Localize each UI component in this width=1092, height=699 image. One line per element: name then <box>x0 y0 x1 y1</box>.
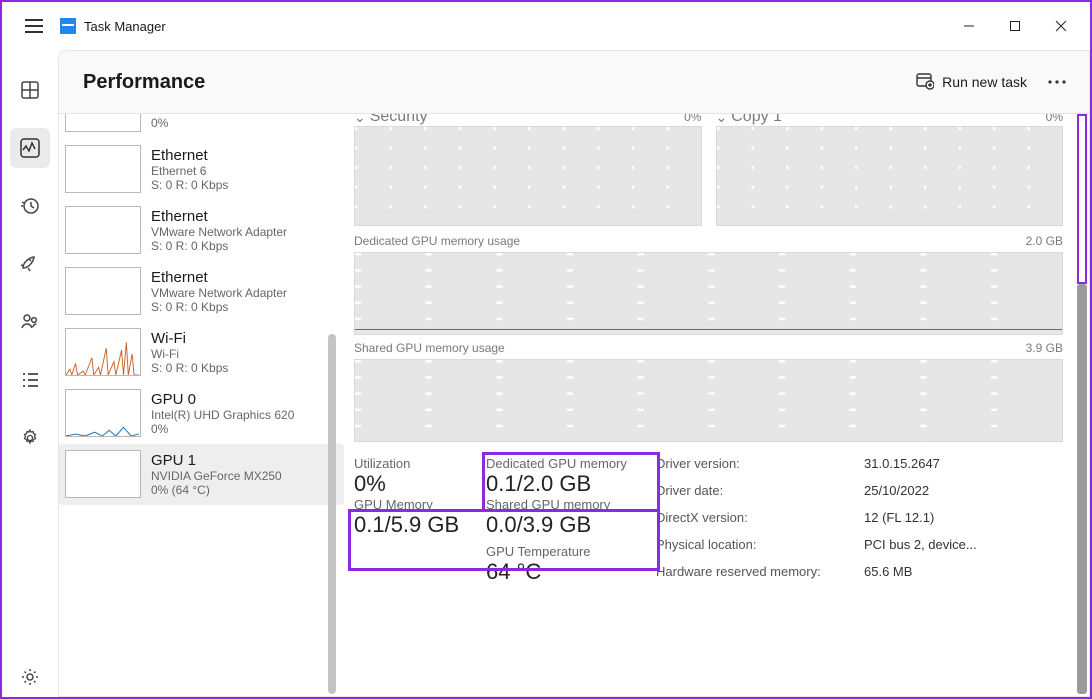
dedicated-mem-max: 2.0 GB <box>1026 234 1063 248</box>
nav-users[interactable] <box>10 302 50 342</box>
perf-item-sub: VMware Network Adapter <box>151 225 287 239</box>
dedicated-mem-label: Dedicated GPU memory usage <box>354 234 520 248</box>
more-button[interactable] <box>1037 62 1077 102</box>
run-new-task-button[interactable]: Run new task <box>906 66 1037 99</box>
driver-date-key: Driver date: <box>656 483 864 504</box>
engine-security-chart <box>354 126 702 226</box>
perf-item-ethernet[interactable]: Ethernet VMware Network Adapter S: 0 R: … <box>59 261 344 322</box>
nav-details[interactable] <box>10 360 50 400</box>
minimize-button[interactable] <box>946 10 992 42</box>
perf-item-ssd[interactable]: SSD 0% <box>59 114 344 139</box>
driver-info: Driver version:31.0.15.2647 Driver date:… <box>656 456 1063 585</box>
hw-reserved-key: Hardware reserved memory: <box>656 564 864 585</box>
engine-copy-pct: 0% <box>1046 114 1063 124</box>
perf-item-stat: S: 0 R: 0 Kbps <box>151 361 228 375</box>
app-icon <box>60 18 76 34</box>
dedicated-mem-chart <box>354 252 1063 335</box>
nav-app-history[interactable] <box>10 186 50 226</box>
shared-mem-chart <box>354 359 1063 442</box>
metric-dedicated: Dedicated GPU memory 0.1/2.0 GB <box>486 456 656 497</box>
perf-item-name: Ethernet <box>151 269 287 286</box>
directx-key: DirectX version: <box>656 510 864 531</box>
perf-item-gpu1[interactable]: GPU 1 NVIDIA GeForce MX250 0% (64 °C) <box>59 444 344 505</box>
content-header: Performance Run new task <box>59 51 1089 113</box>
perf-item-name: Wi-Fi <box>151 330 228 347</box>
perf-item-sub: Wi-Fi <box>151 347 228 361</box>
nav-settings[interactable] <box>10 657 50 697</box>
shared-mem-max: 3.9 GB <box>1026 341 1063 355</box>
perf-item-stat: 0% (64 °C) <box>151 483 282 497</box>
perf-item-sub: Intel(R) UHD Graphics 620 <box>151 408 294 422</box>
perf-item-stat: S: 0 R: 0 Kbps <box>151 300 287 314</box>
page-title: Performance <box>83 71 205 94</box>
perf-thumb <box>65 389 141 437</box>
driver-version-value: 31.0.15.2647 <box>864 456 1063 477</box>
run-task-icon <box>916 72 934 93</box>
perf-item-stat: S: 0 R: 0 Kbps <box>151 239 287 253</box>
perf-thumb <box>65 267 141 315</box>
perf-thumb <box>65 206 141 254</box>
hw-reserved-value: 65.6 MB <box>864 564 1063 585</box>
engine-copy-label: Copy 1 <box>731 114 782 126</box>
perf-thumb <box>65 328 141 376</box>
metric-shared: Shared GPU memory 0.0/3.9 GB <box>486 497 656 538</box>
perf-item-name: GPU 1 <box>151 452 282 469</box>
perf-thumb <box>65 145 141 193</box>
perf-item-name: GPU 0 <box>151 391 294 408</box>
window: Task Manager Performance Run n <box>0 0 1092 699</box>
engine-security-label: Security <box>370 114 428 126</box>
shared-mem-label: Shared GPU memory usage <box>354 341 505 355</box>
metrics-grid: Utilization 0% Dedicated GPU memory 0.1/… <box>354 456 1063 585</box>
perf-item-name: Ethernet <box>151 147 228 164</box>
engine-copy-chart <box>716 126 1064 226</box>
physical-loc-value: PCI bus 2, device... <box>864 537 1063 558</box>
nav-processes[interactable] <box>10 70 50 110</box>
perf-thumb <box>65 114 141 132</box>
perf-thumb <box>65 450 141 498</box>
chevron-down-icon[interactable]: ⌄ <box>354 114 366 126</box>
content-pane: Performance Run new task SSD <box>58 50 1090 697</box>
perf-item-name: Ethernet <box>151 208 287 225</box>
perf-item-stat: 0% <box>151 422 294 436</box>
perf-item-sub: VMware Network Adapter <box>151 286 287 300</box>
run-task-label: Run new task <box>942 74 1027 90</box>
maximize-button[interactable] <box>992 10 1038 42</box>
chevron-down-icon[interactable]: ⌄ <box>716 114 728 126</box>
hamburger-menu[interactable] <box>14 6 54 46</box>
perf-item-sub: NVIDIA GeForce MX250 <box>151 469 282 483</box>
perf-sidebar: SSD 0% Ethernet Ethernet 6 S: 0 R: 0 Kbp… <box>59 114 344 696</box>
perf-item-sub: Ethernet 6 <box>151 164 228 178</box>
perf-item-wifi[interactable]: Wi-Fi Wi-Fi S: 0 R: 0 Kbps <box>59 322 344 383</box>
gpu-detail: ⌄ Security 0% ⌄ Copy 1 0% <box>344 114 1089 696</box>
perf-item-ethernet[interactable]: Ethernet Ethernet 6 S: 0 R: 0 Kbps <box>59 139 344 200</box>
close-button[interactable] <box>1038 10 1084 42</box>
directx-value: 12 (FL 12.1) <box>864 510 1063 531</box>
perf-item-stat: S: 0 R: 0 Kbps <box>151 178 228 192</box>
metric-utilization: Utilization 0% <box>354 456 486 497</box>
metric-gpu-memory: GPU Memory 0.1/5.9 GB <box>354 497 486 538</box>
engine-security-pct: 0% <box>684 114 701 124</box>
app-title: Task Manager <box>84 19 166 34</box>
titlebar: Task Manager <box>2 2 1090 50</box>
physical-loc-key: Physical location: <box>656 537 864 558</box>
nav-startup[interactable] <box>10 244 50 284</box>
nav-performance[interactable] <box>10 128 50 168</box>
driver-date-value: 25/10/2022 <box>864 483 1063 504</box>
driver-version-key: Driver version: <box>656 456 864 477</box>
metric-temperature: GPU Temperature 64 °C <box>486 544 656 585</box>
perf-item-ethernet[interactable]: Ethernet VMware Network Adapter S: 0 R: … <box>59 200 344 261</box>
nav-services[interactable] <box>10 418 50 458</box>
sidebar-scrollbar[interactable] <box>328 114 338 374</box>
nav-rail <box>2 50 58 697</box>
perf-item-stat: 0% <box>151 116 176 130</box>
perf-item-gpu0[interactable]: GPU 0 Intel(R) UHD Graphics 620 0% <box>59 383 344 444</box>
